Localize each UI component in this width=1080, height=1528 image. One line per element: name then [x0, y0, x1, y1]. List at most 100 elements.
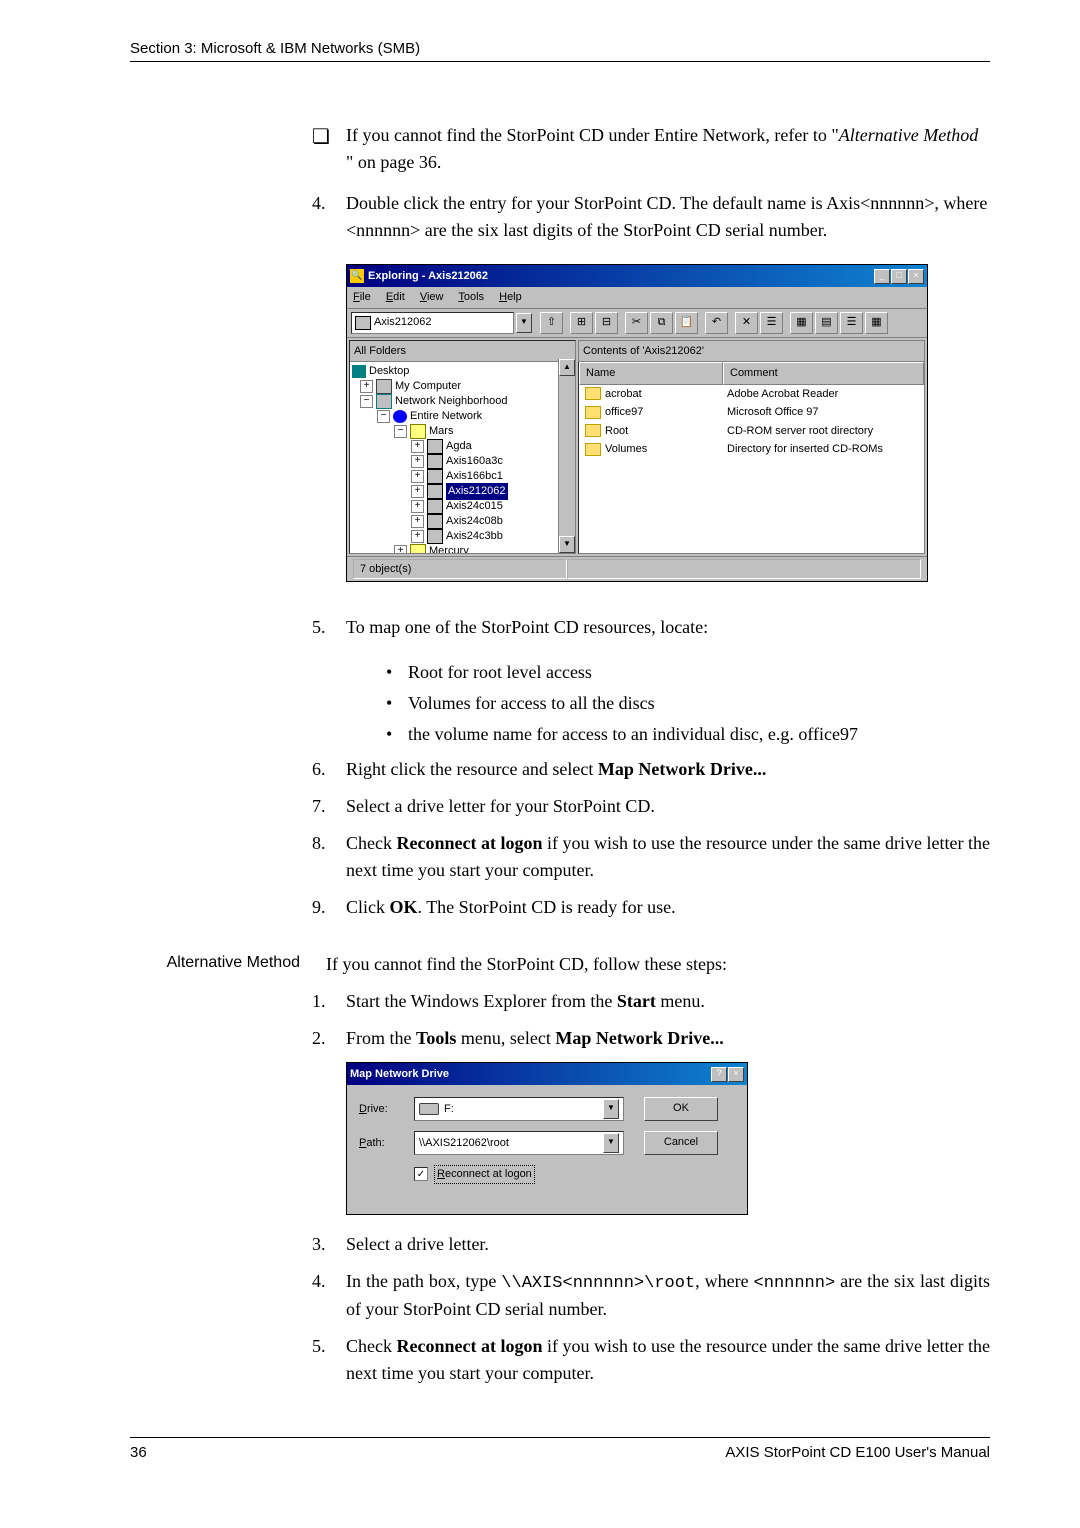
list-button[interactable]: ☰ [840, 312, 863, 334]
close-button[interactable]: × [908, 269, 924, 284]
computer-icon [427, 469, 443, 484]
step-number: 3. [312, 1231, 346, 1258]
minimize-button[interactable]: _ [874, 269, 890, 284]
computer-icon [427, 529, 443, 544]
cancel-button[interactable]: Cancel [644, 1131, 718, 1155]
dialog-titlebar: Map Network Drive ? × [347, 1063, 747, 1085]
large-icons-button[interactable]: ▦ [790, 312, 813, 334]
ok-button[interactable]: OK [644, 1097, 718, 1121]
drive-label: Drive: [359, 1101, 414, 1118]
undo-button[interactable]: ↶ [705, 312, 728, 334]
alt-intro: If you cannot find the StorPoint CD, fol… [312, 951, 990, 978]
explorer-window: 🔍 Exploring - Axis212062 _ □ × File Edit [346, 264, 928, 582]
workgroup-icon [410, 424, 426, 439]
menu-view[interactable]: View [420, 291, 444, 303]
reconnect-checkbox[interactable]: ✓ [414, 1167, 428, 1181]
delete-button[interactable]: ✕ [735, 312, 758, 334]
address-box[interactable]: Axis212062 [351, 312, 514, 334]
menubar: File Edit View Tools Help [347, 287, 927, 309]
column-name[interactable]: Name [579, 362, 723, 385]
note-icon: ❏ [312, 122, 346, 176]
up-button[interactable]: ⇧ [540, 312, 563, 334]
step-text: Select a drive letter for your StorPoint… [346, 793, 990, 820]
status-text: 7 object(s) [353, 559, 567, 580]
footer-title: AXIS StorPoint CD E100 User's Manual [725, 1444, 990, 1461]
expand-icon[interactable]: + [411, 455, 424, 468]
collapse-icon[interactable]: − [394, 425, 407, 438]
small-icons-button[interactable]: ▤ [815, 312, 838, 334]
expand-icon[interactable]: + [411, 440, 424, 453]
expand-icon[interactable]: + [394, 545, 407, 554]
map-drive-button[interactable]: ⊞ [570, 312, 593, 334]
details-button[interactable]: ▦ [865, 312, 888, 334]
toolbar: Axis212062 ▼ ⇧ ⊞ ⊟ ✂ ⧉ 📋 [347, 309, 927, 338]
map-drive-dialog: Map Network Drive ? × Drive: F: ▼ [346, 1062, 748, 1215]
collapse-icon[interactable]: − [360, 395, 373, 408]
properties-button[interactable]: ☰ [760, 312, 783, 334]
bullet-item: Root for root level access [386, 659, 990, 686]
expand-icon[interactable]: + [411, 515, 424, 528]
folder-icon [585, 406, 601, 419]
paste-button[interactable]: 📋 [675, 312, 698, 334]
close-button[interactable]: × [728, 1067, 744, 1082]
window-title: Exploring - Axis212062 [368, 268, 874, 285]
computer-icon [427, 439, 443, 454]
scroll-up-button[interactable]: ▲ [559, 359, 575, 376]
bullet-list: Root for root level access Volumes for a… [386, 659, 990, 748]
step-text: Start the Windows Explorer from the Star… [346, 988, 990, 1015]
dropdown-icon[interactable]: ▼ [603, 1099, 619, 1119]
cut-button[interactable]: ✂ [625, 312, 648, 334]
workgroup-icon [410, 544, 426, 554]
list-item[interactable]: acrobatAdobe Acrobat Reader [579, 385, 924, 404]
expand-icon[interactable]: + [411, 500, 424, 513]
step-number: 8. [312, 830, 346, 884]
list-item[interactable]: office97Microsoft Office 97 [579, 403, 924, 422]
alternative-method-heading: Alternative Method [130, 951, 312, 978]
expand-icon[interactable]: + [411, 485, 424, 498]
menu-help[interactable]: Help [499, 291, 522, 303]
scroll-down-button[interactable]: ▼ [559, 536, 575, 553]
step-number: 6. [312, 756, 346, 783]
copy-button[interactable]: ⧉ [650, 312, 673, 334]
computer-icon [427, 499, 443, 514]
menu-tools[interactable]: Tools [458, 291, 484, 303]
expand-icon[interactable]: + [360, 380, 373, 393]
globe-icon [393, 410, 407, 423]
list-item[interactable]: VolumesDirectory for inserted CD-ROMs [579, 440, 924, 459]
computer-icon [427, 514, 443, 529]
menu-edit[interactable]: Edit [386, 291, 405, 303]
section-header: Section 3: Microsoft & IBM Networks (SMB… [130, 40, 990, 61]
expand-icon[interactable]: + [411, 530, 424, 543]
disconnect-button[interactable]: ⊟ [595, 312, 618, 334]
step-text: Select a drive letter. [346, 1231, 990, 1258]
expand-icon[interactable]: + [411, 470, 424, 483]
step-text: Double click the entry for your StorPoin… [346, 190, 990, 244]
dialog-title: Map Network Drive [350, 1066, 711, 1083]
list-item[interactable]: RootCD-ROM server root directory [579, 422, 924, 441]
dropdown-icon[interactable]: ▼ [603, 1133, 619, 1153]
menu-file[interactable]: File [353, 291, 371, 303]
tree-item[interactable]: Mercury [429, 543, 469, 553]
path-label: Path: [359, 1135, 414, 1152]
maximize-button[interactable]: □ [891, 269, 907, 284]
address-dropdown[interactable]: ▼ [516, 313, 532, 333]
note-text: If you cannot find the StorPoint CD unde… [346, 122, 990, 176]
step-text: From the Tools menu, select Map Network … [346, 1025, 990, 1052]
path-input[interactable]: \\AXIS212062\root ▼ [414, 1131, 624, 1155]
help-button[interactable]: ? [711, 1067, 727, 1082]
step-number: 1. [312, 988, 346, 1015]
scrollbar[interactable]: ▲ ▼ [558, 359, 575, 553]
computer-icon [376, 379, 392, 394]
drive-icon [419, 1103, 439, 1115]
header-rule [130, 61, 990, 62]
collapse-icon[interactable]: − [377, 410, 390, 423]
column-comment[interactable]: Comment [723, 362, 924, 385]
bullet-item: the volume name for access to an individ… [386, 721, 990, 748]
desktop-icon [352, 365, 366, 378]
step-number: 5. [312, 1333, 346, 1387]
step-text: In the path box, type \\AXIS<nnnnnn>\roo… [346, 1268, 990, 1324]
contents-header: Contents of 'Axis212062' [578, 340, 925, 363]
drive-combo[interactable]: F: ▼ [414, 1097, 624, 1121]
folder-tree-pane: All Folders Desktop +My Computer −Networ… [349, 340, 576, 554]
folder-icon [585, 424, 601, 437]
